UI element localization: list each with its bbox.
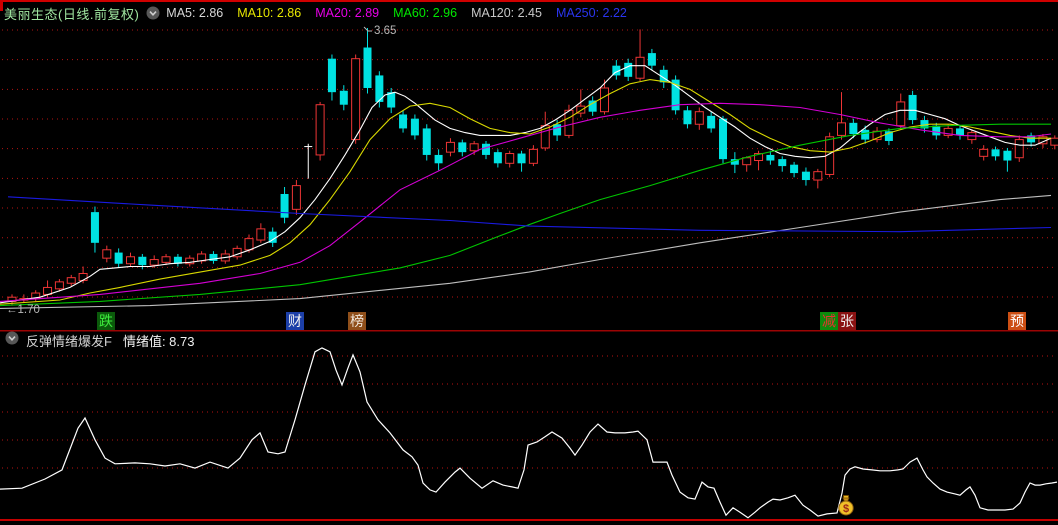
ma-line-ma10 [0,79,1051,305]
ma-lines-layer [0,65,1052,309]
stock-chart-window: 美丽生态(日线.前复权) MA5: 2.86 MA10: 2.86 MA20: 2.… [0,0,1058,525]
ma-line-ma60 [0,123,1051,307]
indicator-value: 情绪值: 8.73 [122,334,195,349]
money-bag-icon: $ [838,495,854,516]
ticker-item[interactable]: 张 [838,312,856,330]
chart-canvas [0,0,1058,521]
low-price-label: ←1.70 [6,304,40,316]
chevron-down-icon[interactable] [146,6,160,20]
ticker-item[interactable]: 财 [286,312,304,330]
main-chart-header: 美丽生态(日线.前复权) MA5: 2.86 MA10: 2.86 MA20: 2.… [0,4,627,22]
indicator-name: 反弹情绪爆发F [26,334,112,349]
stock-title: 美丽生态(日线.前复权) [4,6,140,22]
ma-legend: MA5: 2.86 MA10: 2.86 MA20: 2.89 MA60: 2.96 M… [166,6,627,20]
ma-line-ma120 [0,194,1052,309]
sub-chart-plot[interactable] [0,347,1058,519]
svg-text:$: $ [843,503,849,515]
ticker-item[interactable]: 预 [1008,312,1026,330]
ma-line-ma250 [7,196,1052,233]
ma-label-ma250: MA250: 2.22 [555,6,627,20]
top-border-line [0,0,1058,2]
ticker-item[interactable]: 榜 [348,312,366,330]
peak-price-label: 3.65 [374,25,397,37]
bottom-border-line [0,519,1058,521]
chevron-down-icon[interactable] [5,331,19,350]
ma-label-ma60: MA60: 2.96 [393,6,458,20]
ma-label-ma5: MA5: 2.86 [166,6,224,20]
main-chart-plot[interactable] [0,26,1058,309]
ticker-item[interactable]: 减 [820,312,838,330]
ticker-item[interactable]: 跌 [97,312,115,330]
ma-label-ma120: MA120: 2.45 [471,6,542,20]
sub-chart-header: 反弹情绪爆发F 情绪值: 8.73 [0,331,194,350]
sentiment-line [0,347,1058,519]
sub-gridlines [2,355,1056,469]
ma-label-ma10: MA10: 2.86 [237,6,302,20]
ma-label-ma20: MA20: 2.89 [315,6,380,20]
